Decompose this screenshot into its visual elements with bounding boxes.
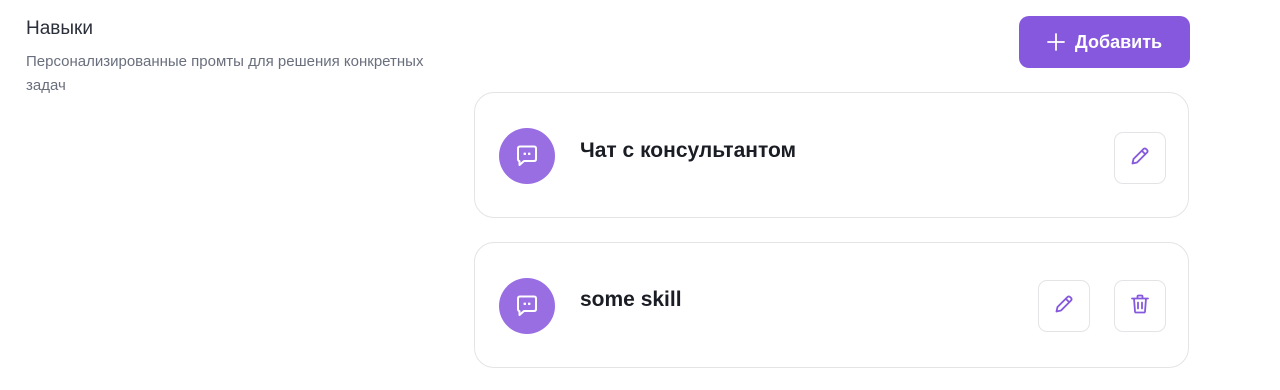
skill-card: Чат с консультантом <box>474 92 1189 218</box>
skill-name: Чат с консультантом <box>580 139 797 162</box>
edit-skill-button[interactable] <box>1114 132 1166 184</box>
skill-card: some skill <box>474 242 1189 368</box>
delete-skill-button[interactable] <box>1114 280 1166 332</box>
skills-page: Навыки Персонализированные промты для ре… <box>0 0 1280 390</box>
add-skill-button[interactable]: Добавить <box>1019 16 1190 68</box>
chat-icon <box>499 278 555 334</box>
skill-name: some skill <box>580 288 682 311</box>
add-skill-label: Добавить <box>1074 31 1163 52</box>
pencil-icon <box>1128 144 1152 173</box>
plus-icon <box>1047 33 1065 51</box>
edit-skill-button[interactable] <box>1038 280 1090 332</box>
section-title: Навыки <box>26 18 93 39</box>
chat-icon <box>499 128 555 184</box>
section-description: Персонализированные промты для решения к… <box>26 53 424 94</box>
pencil-icon <box>1052 292 1076 321</box>
trash-icon <box>1128 292 1152 321</box>
